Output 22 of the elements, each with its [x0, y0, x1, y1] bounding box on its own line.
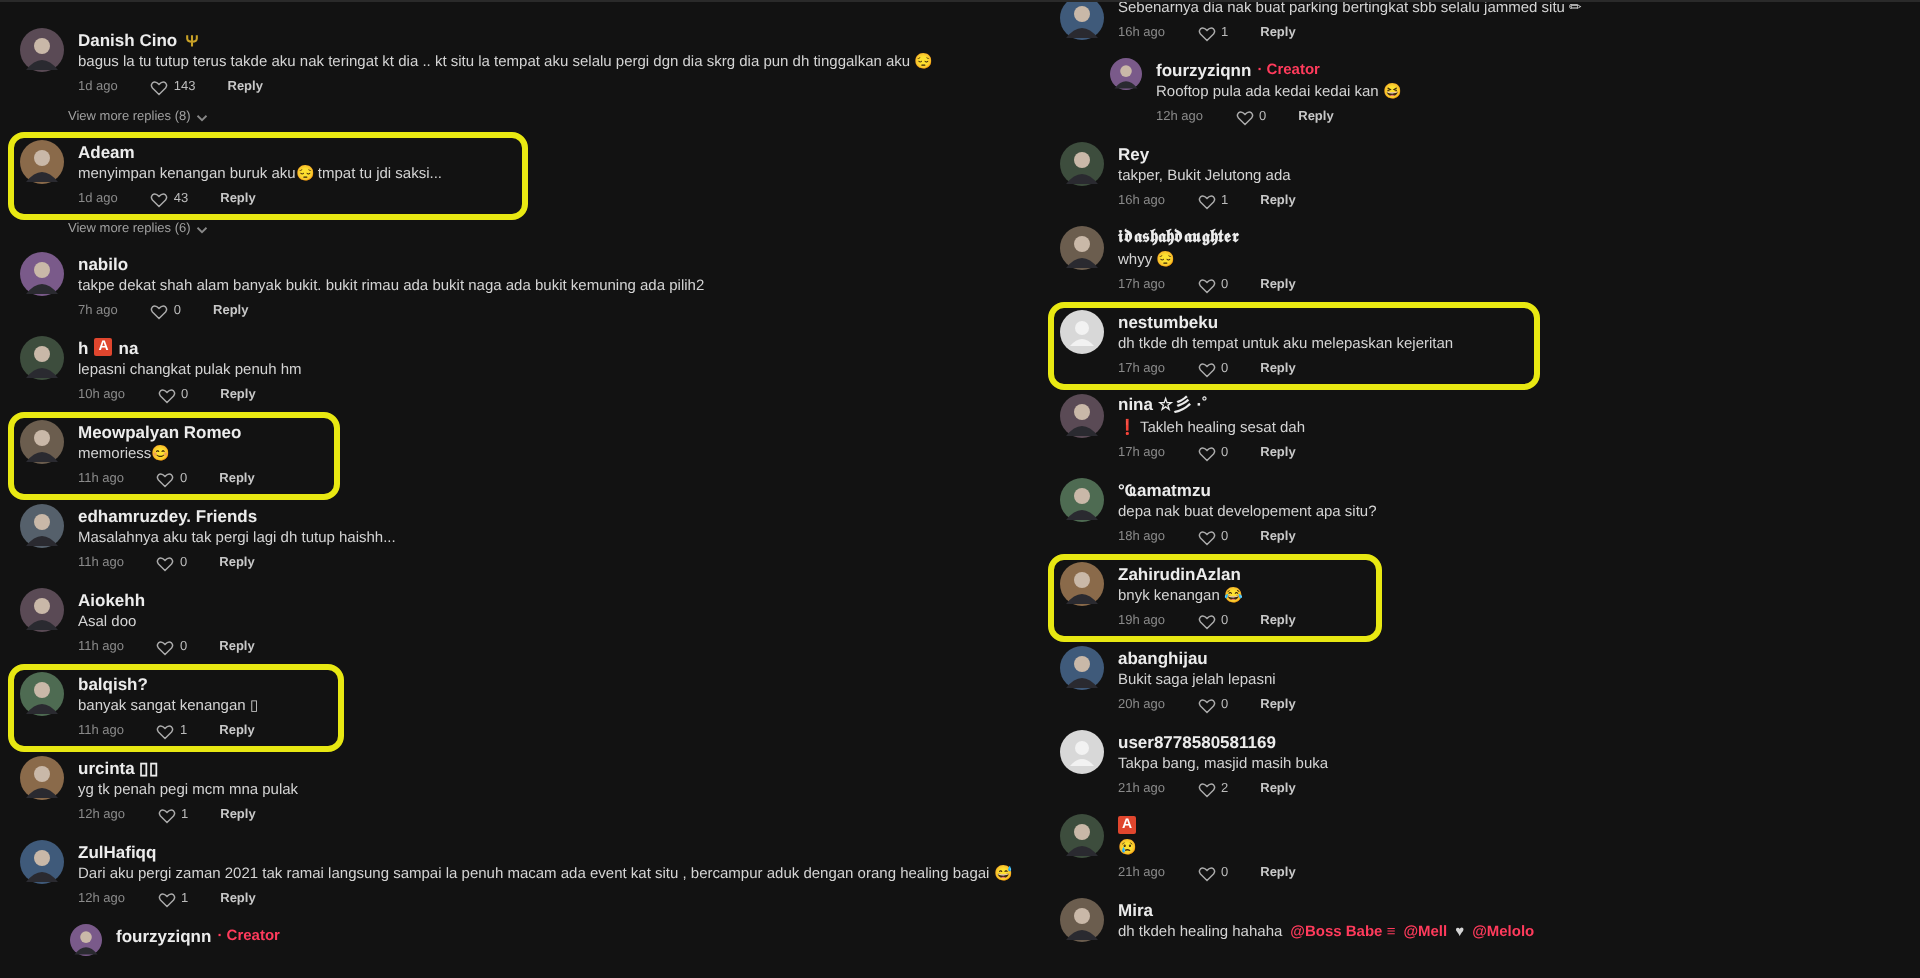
- username[interactable]: Aiokehh: [78, 589, 146, 609]
- username[interactable]: fourzyziqnn: [1156, 59, 1252, 79]
- username[interactable]: Rey: [1118, 143, 1150, 163]
- username[interactable]: nestumbeku: [1118, 311, 1219, 331]
- username[interactable]: Adeam: [78, 141, 135, 161]
- username[interactable]: abanghijau: [1118, 647, 1208, 667]
- username[interactable]: balqish?: [78, 673, 148, 693]
- username[interactable]: Danish Cino: [78, 29, 178, 49]
- username[interactable]: edhamruzdey. Friends: [78, 505, 258, 525]
- username[interactable]: fourzyziqnn: [116, 925, 212, 945]
- username[interactable]: user8778580581169: [1118, 731, 1276, 751]
- username[interactable]: nabilo: [78, 253, 129, 273]
- username[interactable]: h: [78, 337, 89, 357]
- username[interactable]: Mira: [1118, 899, 1153, 919]
- username[interactable]: ZulHafiqq: [78, 841, 157, 861]
- username[interactable]: ZahirudinAzlan: [1118, 563, 1241, 583]
- username[interactable]: Meowpalyan Romeo: [78, 421, 242, 441]
- username[interactable]: nina ☆彡 ·˚: [1118, 393, 1208, 417]
- username[interactable]: na: [118, 337, 139, 357]
- username[interactable]: 𝖎𝖉𝖆𝖘𝖍𝖆𝖍𝖉𝖆𝖚𝖌𝖍𝖙𝖊𝖗: [1118, 226, 1240, 248]
- username[interactable]: urcinta ▯▯: [78, 757, 160, 777]
- username[interactable]: °Ҩamatmzu: [1118, 479, 1211, 499]
